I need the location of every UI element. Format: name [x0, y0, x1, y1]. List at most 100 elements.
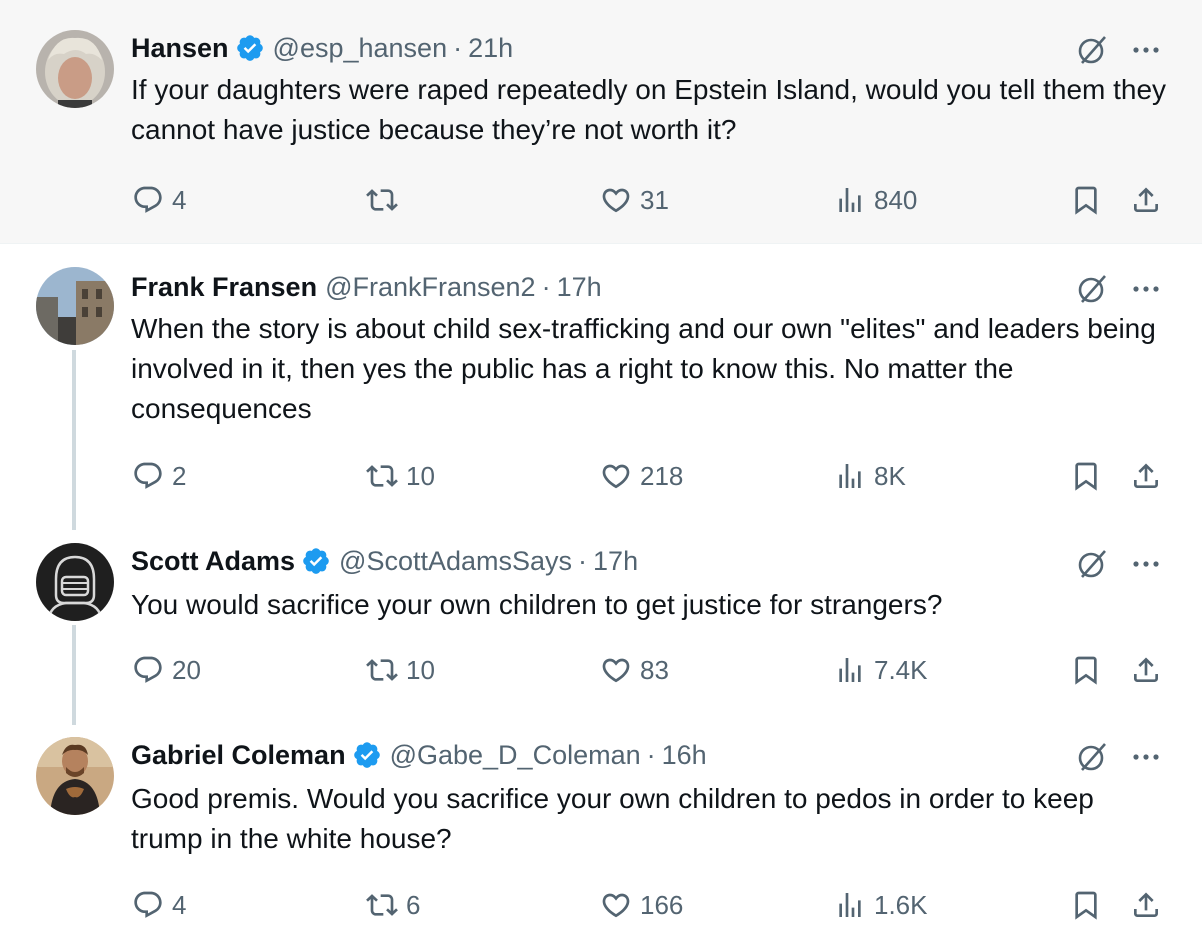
like-count: 218 — [640, 460, 684, 491]
author-name[interactable]: Hansen — [131, 33, 229, 64]
avatar-frank-fransen[interactable] — [36, 267, 114, 345]
heart-icon — [602, 893, 630, 918]
bookmark-icon — [1075, 656, 1097, 685]
tweet-header: Hansen @esp_hansen · 21h — [131, 30, 513, 66]
reply-count: 20 — [172, 654, 201, 685]
views-count: 840 — [874, 184, 918, 215]
author-name[interactable]: Frank Fransen — [131, 272, 317, 303]
avatar-gabriel-coleman[interactable] — [36, 737, 114, 815]
like-count: 83 — [640, 654, 669, 685]
views-count: 7.4K — [874, 654, 928, 685]
reply-icon — [134, 656, 162, 683]
repost-count: 10 — [406, 654, 435, 685]
timestamp[interactable]: 17h — [593, 546, 638, 577]
more-icon[interactable] — [1128, 32, 1164, 68]
repost-count: 6 — [406, 889, 421, 920]
bookmark-button[interactable] — [1070, 885, 1102, 925]
share-button[interactable] — [1130, 456, 1162, 496]
tweet-header: Gabriel Coleman @Gabe_D_Coleman · 16h — [131, 737, 707, 773]
heart-icon — [602, 188, 630, 213]
repost-button[interactable]: 10 — [366, 650, 435, 690]
repost-button[interactable]: 10 — [366, 456, 435, 496]
separator-dot: · — [646, 739, 656, 770]
reply-count: 2 — [172, 460, 187, 491]
heart-icon — [602, 464, 630, 489]
views-button[interactable]: 840 — [834, 180, 917, 220]
tweet-3[interactable]: Scott Adams @ScottAdamsSays · 17h You wo… — [0, 521, 1202, 717]
repost-icon — [366, 465, 398, 487]
tweet-text: Good premis. Would you sacrifice your ow… — [131, 783, 1094, 854]
reply-icon — [134, 891, 162, 918]
bookmark-button[interactable] — [1070, 180, 1102, 220]
bookmark-button[interactable] — [1070, 456, 1102, 496]
tweet-1[interactable]: Hansen @esp_hansen · 21h If your daughte… — [0, 0, 1202, 243]
avatar-hansen[interactable] — [36, 30, 114, 108]
bookmark-icon — [1075, 186, 1097, 215]
grok-icon[interactable] — [1074, 546, 1110, 582]
reply-button[interactable]: 4 — [132, 180, 186, 220]
timestamp[interactable]: 17h — [557, 272, 602, 303]
bookmark-button[interactable] — [1070, 650, 1102, 690]
reply-button[interactable]: 4 — [132, 885, 186, 925]
bookmark-icon — [1075, 462, 1097, 491]
like-button[interactable]: 31 — [600, 180, 669, 220]
author-handle[interactable]: @ScottAdamsSays — [339, 546, 572, 577]
like-button[interactable]: 218 — [600, 456, 683, 496]
reply-count: 4 — [172, 889, 187, 920]
reply-icon — [134, 462, 162, 489]
tweet-4[interactable]: Gabriel Coleman @Gabe_D_Coleman · 16h Go… — [0, 717, 1202, 952]
verified-badge-icon — [303, 548, 329, 574]
tweet-header: Scott Adams @ScottAdamsSays · 17h — [131, 543, 638, 579]
views-button[interactable]: 7.4K — [834, 650, 928, 690]
views-count: 8K — [874, 460, 906, 491]
author-handle[interactable]: @esp_hansen — [273, 33, 448, 64]
repost-icon — [366, 189, 398, 211]
views-icon — [839, 464, 861, 488]
repost-icon — [366, 659, 398, 681]
views-icon — [839, 188, 861, 212]
tweet-2[interactable]: Frank Fransen @FrankFransen2 · 17h When … — [0, 245, 1202, 521]
avatar-scott-adams[interactable] — [36, 543, 114, 621]
author-handle[interactable]: @FrankFransen2 — [325, 272, 536, 303]
heart-icon — [602, 658, 630, 683]
verified-badge-icon — [236, 35, 263, 61]
more-icon[interactable] — [1128, 271, 1164, 307]
action-bar: 2 10 218 8K — [0, 456, 1202, 496]
views-icon — [839, 893, 861, 917]
timestamp[interactable]: 16h — [662, 740, 707, 771]
grok-icon[interactable] — [1074, 32, 1110, 68]
author-name[interactable]: Gabriel Coleman — [131, 740, 346, 771]
separator-dot: · — [541, 271, 551, 302]
timestamp[interactable]: 21h — [468, 33, 513, 64]
reply-button[interactable]: 20 — [132, 650, 201, 690]
tweet-divider — [0, 243, 1202, 244]
repost-count: 10 — [406, 460, 435, 491]
share-icon — [1134, 657, 1158, 682]
share-button[interactable] — [1130, 650, 1162, 690]
author-name[interactable]: Scott Adams — [131, 546, 295, 577]
repost-icon — [366, 894, 398, 916]
thread-line — [72, 625, 76, 725]
more-icon[interactable] — [1128, 739, 1164, 775]
separator-dot: · — [578, 545, 588, 576]
views-icon — [839, 658, 861, 682]
grok-icon[interactable] — [1074, 271, 1110, 307]
repost-button[interactable]: 6 — [366, 885, 420, 925]
like-button[interactable]: 83 — [600, 650, 669, 690]
share-button[interactable] — [1130, 885, 1162, 925]
repost-button[interactable] — [366, 180, 406, 220]
views-button[interactable]: 8K — [834, 456, 906, 496]
reply-button[interactable]: 2 — [132, 456, 186, 496]
share-button[interactable] — [1130, 180, 1162, 220]
views-button[interactable]: 1.6K — [834, 885, 928, 925]
reply-count: 4 — [172, 184, 187, 215]
thread-line — [72, 350, 76, 530]
tweet-text: If your daughters were raped repeatedly … — [131, 74, 1167, 145]
grok-icon[interactable] — [1074, 739, 1110, 775]
action-bar: 4 31 840 — [0, 180, 1202, 220]
like-button[interactable]: 166 — [600, 885, 683, 925]
share-icon — [1134, 187, 1158, 212]
like-count: 31 — [640, 184, 669, 215]
more-icon[interactable] — [1128, 546, 1164, 582]
author-handle[interactable]: @Gabe_D_Coleman — [390, 740, 641, 771]
